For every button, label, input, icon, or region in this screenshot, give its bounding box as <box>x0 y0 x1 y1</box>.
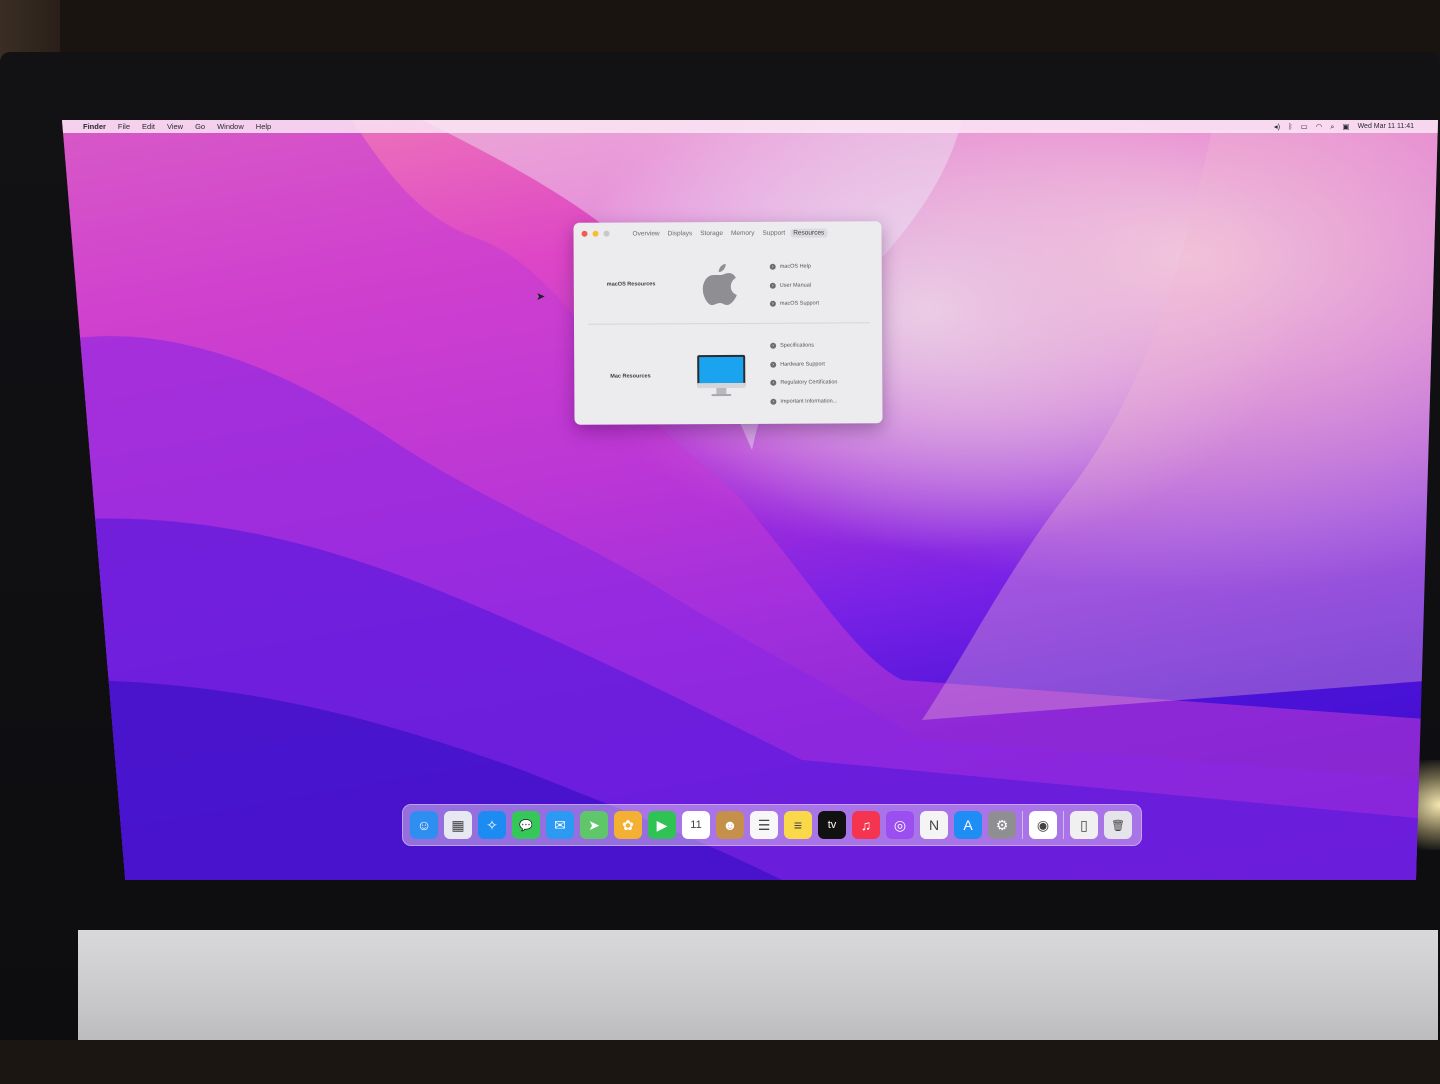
dock-separator <box>1063 811 1064 839</box>
mac-resources-section: Mac Resources › Specifications › Hardware … <box>574 323 883 425</box>
link-hardware-support[interactable]: › Hardware Support <box>770 355 837 374</box>
about-this-mac-window: Overview Displays Storage Memory Support… <box>573 221 883 425</box>
menu-file[interactable]: File <box>118 122 130 131</box>
imac-icon <box>697 354 746 397</box>
apple-icon <box>702 264 737 306</box>
contacts-icon[interactable]: ☻ <box>716 811 744 839</box>
macos-resources-section: macOS Resources › macOS Help › User Manual… <box>573 221 882 324</box>
control-center-icon[interactable]: ▣ <box>1342 122 1349 131</box>
photos-icon[interactable]: ✿ <box>614 811 642 839</box>
menu-bar: Finder File Edit View Go Window Help ◂) … <box>62 120 1438 133</box>
link-important-information[interactable]: › Important Information... <box>770 392 837 411</box>
notes-icon[interactable]: ≡ <box>784 811 812 839</box>
spotlight-icon[interactable]: ⌕ <box>1330 122 1334 132</box>
macos-resources-label: macOS Resources <box>606 281 656 288</box>
display-icon[interactable]: ▭ <box>1301 122 1308 131</box>
facetime-icon[interactable]: ▶ <box>648 811 676 839</box>
maps-icon[interactable]: ➤ <box>580 811 608 839</box>
menu-window[interactable]: Window <box>217 122 244 131</box>
trash-icon[interactable]: 🗑 <box>1104 811 1132 839</box>
desktop-screen: Finder File Edit View Go Window Help ◂) … <box>62 120 1438 880</box>
menu-view[interactable]: View <box>167 122 183 131</box>
arrow-right-icon: › <box>770 398 777 405</box>
chrome-icon[interactable]: ◉ <box>1029 811 1057 839</box>
link-user-manual[interactable]: › User Manual <box>769 276 819 295</box>
mouse-pointer-icon: ➤ <box>536 291 546 303</box>
desk-surface <box>0 1040 1440 1084</box>
dock: ☺ ▦ ✧ 💬 ✉ ➤ ✿ ▶ 11 ☻ ☰ ≡ tv ♫ ◎ N A ⚙ ◉ ▯ 🗑 <box>402 804 1142 846</box>
link-regulatory-certification[interactable]: › Regulatory Certification <box>770 374 838 393</box>
system-preferences-icon[interactable]: ⚙ <box>988 811 1016 839</box>
apple-logo-icon <box>752 932 806 992</box>
menu-app-name[interactable]: Finder <box>83 122 106 131</box>
news-icon[interactable]: N <box>920 811 948 839</box>
arrow-right-icon: › <box>769 301 776 308</box>
menu-clock[interactable]: Wed Mar 11 11:41 <box>1358 123 1414 130</box>
wifi-icon[interactable]: ◠ <box>1316 122 1323 131</box>
launchpad-icon[interactable]: ▦ <box>444 811 472 839</box>
app-store-icon[interactable]: A <box>954 811 982 839</box>
arrow-right-icon: › <box>770 361 777 368</box>
dock-separator <box>1022 811 1023 839</box>
menu-go[interactable]: Go <box>195 122 205 131</box>
calendar-icon[interactable]: 11 <box>682 811 710 839</box>
music-icon[interactable]: ♫ <box>852 811 880 839</box>
link-macos-help[interactable]: › macOS Help <box>769 258 819 277</box>
link-macos-support[interactable]: › macOS Support <box>769 295 819 314</box>
bluetooth-icon[interactable]: ᛒ <box>1288 122 1293 131</box>
tv-icon[interactable]: tv <box>818 811 846 839</box>
link-specifications[interactable]: › Specifications <box>770 336 837 355</box>
arrow-right-icon: › <box>769 264 776 271</box>
archive-icon[interactable]: ▯ <box>1070 811 1098 839</box>
podcasts-icon[interactable]: ◎ <box>886 811 914 839</box>
mail-icon[interactable]: ✉ <box>546 811 574 839</box>
macos-links: › macOS Help › User Manual › macOS Support <box>769 258 819 314</box>
menu-help[interactable]: Help <box>256 122 271 131</box>
safari-icon[interactable]: ✧ <box>478 811 506 839</box>
menu-edit[interactable]: Edit <box>142 122 155 131</box>
reminders-icon[interactable]: ☰ <box>750 811 778 839</box>
mac-links: › Specifications › Hardware Support › Regul… <box>770 336 838 411</box>
arrow-right-icon: › <box>770 343 777 350</box>
mac-resources-label: Mac Resources <box>610 373 651 380</box>
volume-icon[interactable]: ◂) <box>1274 122 1280 131</box>
arrow-right-icon: › <box>770 380 777 387</box>
finder-icon[interactable]: ☺ <box>410 811 438 839</box>
arrow-right-icon: › <box>769 282 776 289</box>
messages-icon[interactable]: 💬 <box>512 811 540 839</box>
